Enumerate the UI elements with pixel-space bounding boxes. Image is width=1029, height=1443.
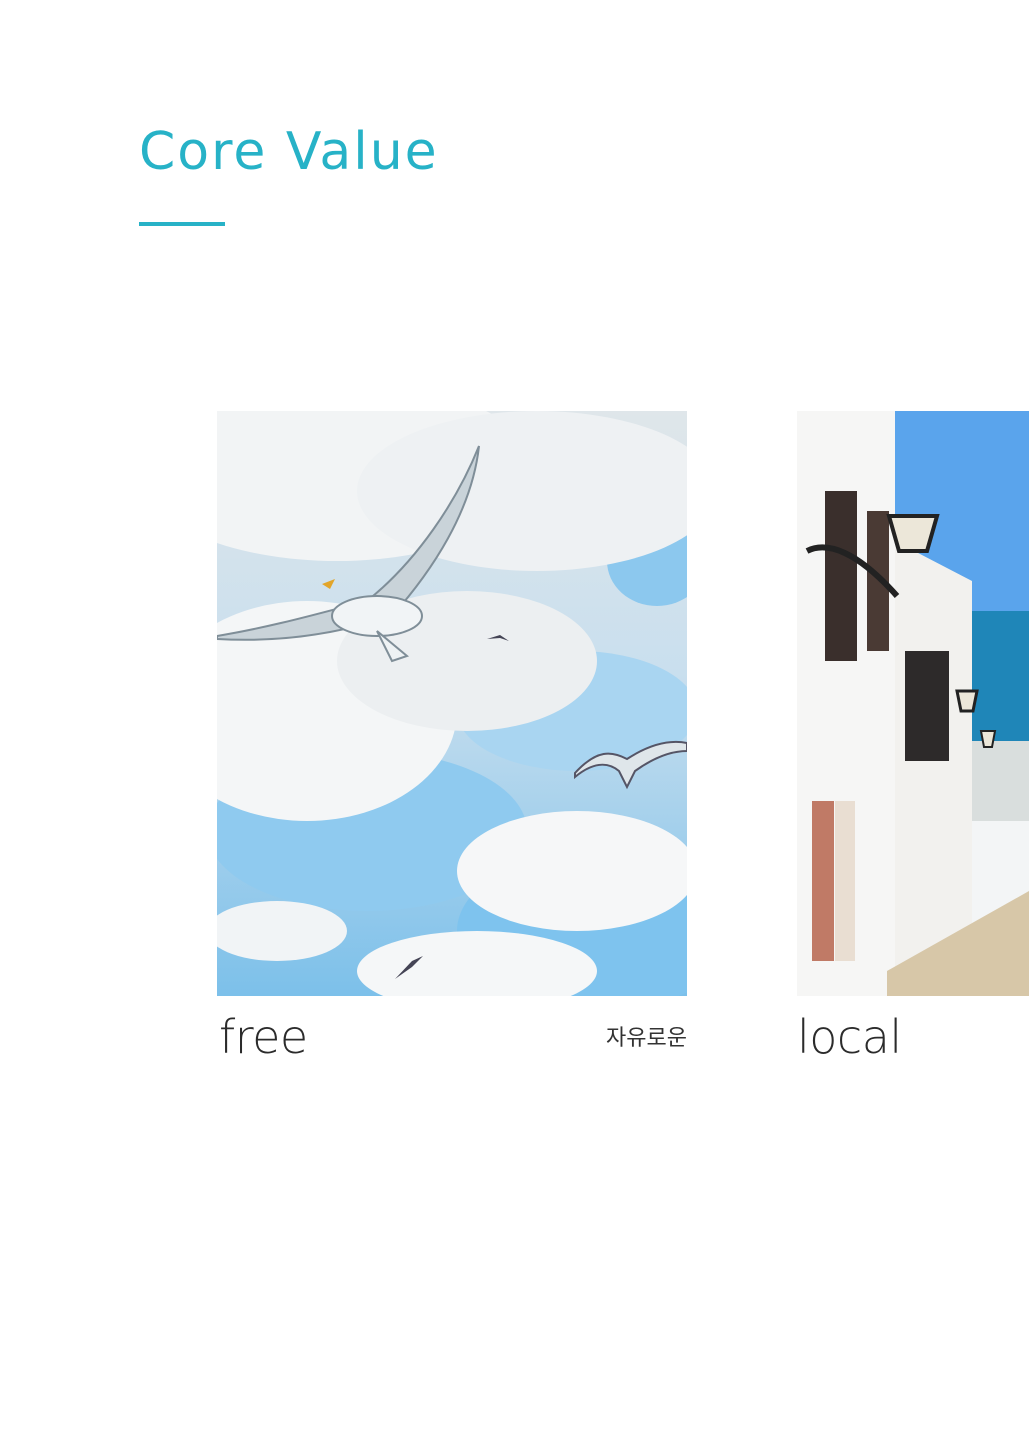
card-label-free: free	[219, 1010, 308, 1064]
card-label-local: local	[797, 1010, 902, 1064]
card-image-local	[797, 411, 1029, 996]
title-underline	[139, 222, 225, 226]
page-title: Core Value	[139, 122, 439, 182]
card-image-free	[217, 411, 687, 996]
card-label-free-korean: 자유로운	[606, 1026, 687, 1051]
core-value-page: Core Value free 자유로운 local	[0, 0, 1029, 1443]
